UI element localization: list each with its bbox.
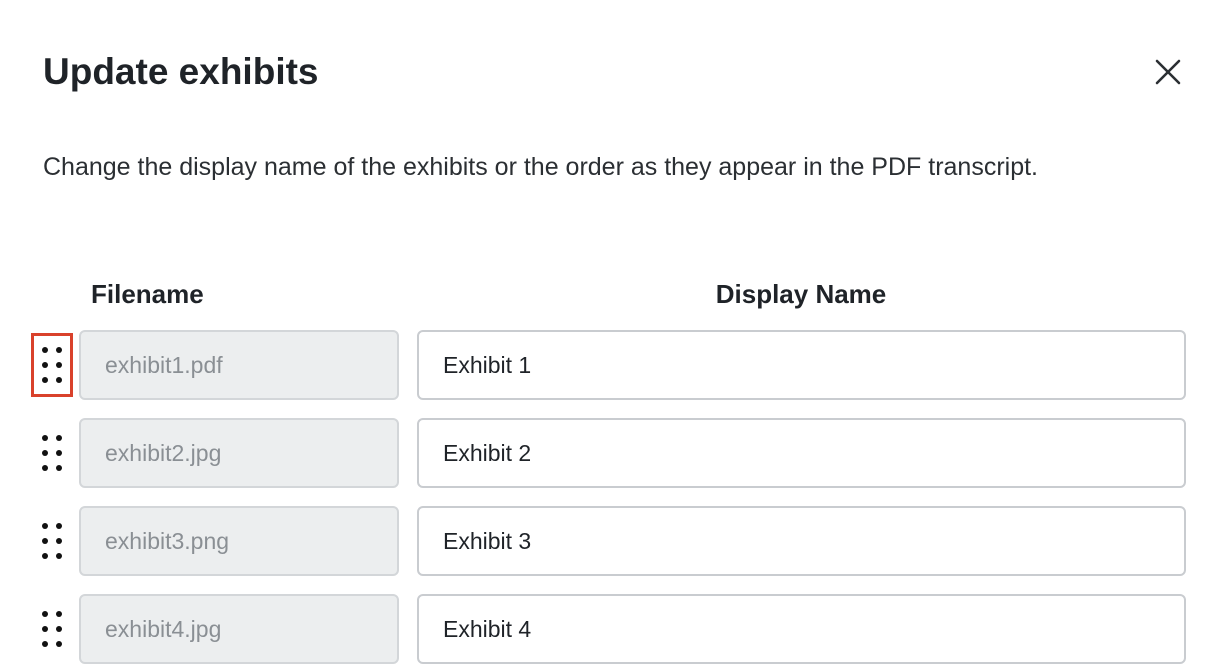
table-row: exhibit4.jpg <box>0 594 1226 666</box>
table-row: exhibit3.png <box>0 506 1226 578</box>
table-row: exhibit2.jpg <box>0 418 1226 490</box>
update-exhibits-dialog: Update exhibits Change the display name … <box>0 0 1226 670</box>
drag-handle-icon <box>42 523 62 559</box>
display-name-input[interactable] <box>417 506 1186 576</box>
drag-handle[interactable] <box>31 421 73 485</box>
filename-field: exhibit4.jpg <box>79 594 399 664</box>
display-name-input[interactable] <box>417 594 1186 664</box>
display-name-input[interactable] <box>417 418 1186 488</box>
filename-field: exhibit3.png <box>79 506 399 576</box>
table-row: exhibit1.pdf <box>0 330 1226 402</box>
column-header-display-name: Display Name <box>715 279 887 309</box>
drag-handle[interactable] <box>31 597 73 661</box>
drag-handle-icon <box>42 611 62 647</box>
drag-handle-icon <box>42 435 62 471</box>
column-header-filename: Filename <box>91 279 204 309</box>
filename-field: exhibit2.jpg <box>79 418 399 488</box>
drag-handle-icon <box>42 347 62 383</box>
close-button[interactable] <box>1148 52 1188 92</box>
dialog-description: Change the display name of the exhibits … <box>43 153 1038 181</box>
drag-handle[interactable] <box>31 333 73 397</box>
close-icon <box>1155 59 1181 85</box>
filename-field: exhibit1.pdf <box>79 330 399 400</box>
dialog-title: Update exhibits <box>43 51 319 92</box>
display-name-input[interactable] <box>417 330 1186 400</box>
drag-handle[interactable] <box>31 509 73 573</box>
